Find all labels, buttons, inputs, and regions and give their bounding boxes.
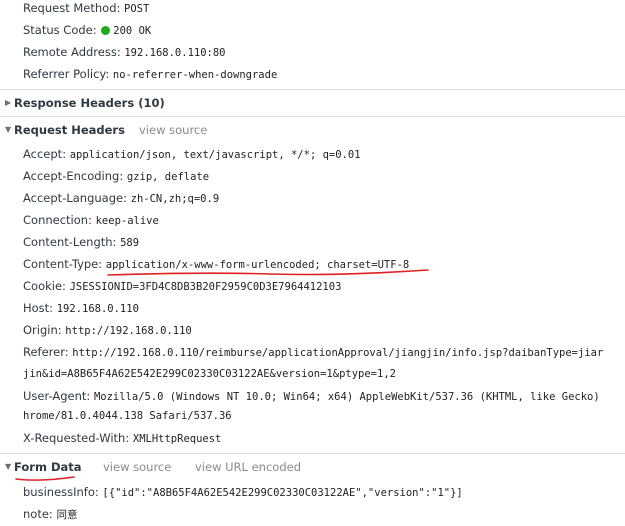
header-row-referer: Referer: http://192.168.0.110/reimburse/… — [23, 341, 603, 363]
form-row-note: note: 同意 — [23, 503, 77, 525]
header-value: 589 — [120, 237, 140, 249]
triangle-down-icon[interactable]: ▼ — [5, 454, 11, 480]
form-value: 同意 — [56, 509, 78, 521]
header-value: http://192.168.0.110/reimburse/applicati… — [72, 347, 604, 359]
header-key: Request Method: — [23, 1, 121, 15]
triangle-right-icon[interactable]: ▶ — [5, 90, 11, 116]
header-key: Referer: — [23, 345, 69, 359]
header-row: Origin: http://192.168.0.110 — [23, 319, 192, 341]
header-key: Content-Type: — [23, 257, 103, 271]
header-key: Remote Address: — [23, 45, 121, 59]
header-value: zh-CN,zh;q=0.9 — [130, 193, 220, 205]
header-key: Referrer Policy: — [23, 67, 110, 81]
header-value: 192.168.0.110:80 — [124, 47, 226, 59]
form-key: note: — [23, 507, 53, 521]
header-value: http://192.168.0.110 — [65, 325, 192, 337]
header-value: 200 OK — [113, 25, 152, 37]
section-title[interactable]: Form Data — [14, 454, 82, 480]
general-status-code: Status Code: 200 OK — [23, 19, 151, 41]
header-key: Content-Length: — [23, 235, 117, 249]
header-key: Connection: — [23, 213, 92, 227]
triangle-down-icon[interactable]: ▼ — [5, 117, 11, 143]
header-value: gzip, deflate — [126, 171, 210, 183]
view-source-link[interactable]: view source — [139, 117, 207, 143]
header-row-x-requested-with: X-Requested-With: XMLHttpRequest — [23, 427, 221, 449]
header-value: JSESSIONID=3FD4C8DB3B20F2959C0D3E7964412… — [69, 281, 342, 293]
header-value: no-referrer-when-downgrade — [112, 69, 278, 81]
view-source-link[interactable]: view source — [103, 454, 171, 480]
header-row: Accept-Encoding: gzip, deflate — [23, 165, 209, 187]
header-value: application/json, text/javascript, */*; … — [69, 149, 361, 161]
header-row: Content-Type: application/x-www-form-url… — [23, 253, 409, 275]
header-key: X-Requested-With: — [23, 431, 130, 445]
header-value: Mozilla/5.0 (Windows NT 10.0; Win64; x64… — [93, 391, 600, 403]
form-data-section[interactable]: ▼ Form Data view source view URL encoded — [0, 454, 625, 480]
header-value: XMLHttpRequest — [132, 433, 222, 445]
view-url-encoded-link[interactable]: view URL encoded — [195, 454, 301, 480]
header-value: POST — [124, 3, 150, 15]
header-value: 192.168.0.110 — [56, 303, 139, 315]
section-title[interactable]: Response Headers (10) — [14, 90, 165, 116]
form-row-business-info: businessInfo: [{"id":"A8B65F4A62E542E299… — [23, 481, 463, 503]
header-key: Origin: — [23, 323, 62, 337]
header-row: Content-Length: 589 — [23, 231, 139, 253]
form-key: businessInfo: — [23, 485, 99, 499]
header-row: Connection: keep-alive — [23, 209, 159, 231]
header-key: Status Code: — [23, 23, 97, 37]
header-row: Host: 192.168.0.110 — [23, 297, 139, 319]
general-referrer-policy: Referrer Policy: no-referrer-when-downgr… — [23, 63, 277, 85]
header-key: Accept-Language: — [23, 191, 127, 205]
request-headers-section[interactable]: ▼ Request Headers view source — [0, 117, 625, 143]
header-row-user-agent: User-Agent: Mozilla/5.0 (Windows NT 10.0… — [23, 385, 600, 407]
header-value-continuation: jin&id=A8B65F4A62E542E299C02330C03122AE&… — [23, 368, 396, 380]
form-value: [{"id":"A8B65F4A62E542E299C02330C03122AE… — [102, 487, 463, 499]
general-request-method: Request Method: POST — [23, 0, 149, 19]
header-row: Cookie: JSESSIONID=3FD4C8DB3B20F2959C0D3… — [23, 275, 341, 297]
header-key: Accept: — [23, 147, 67, 161]
general-remote-address: Remote Address: 192.168.0.110:80 — [23, 41, 226, 63]
header-value: application/x-www-form-urlencoded; chars… — [105, 259, 410, 271]
header-key: Cookie: — [23, 279, 66, 293]
header-key: Host: — [23, 301, 54, 315]
header-value: keep-alive — [95, 215, 159, 227]
status-ok-icon — [101, 26, 111, 35]
response-headers-section[interactable]: ▶ Response Headers (10) — [0, 90, 625, 116]
header-row: Accept-Language: zh-CN,zh;q=0.9 — [23, 187, 219, 209]
section-title[interactable]: Request Headers — [14, 117, 125, 143]
header-key: User-Agent: — [23, 389, 91, 403]
header-key: Accept-Encoding: — [23, 169, 124, 183]
header-row: Accept: application/json, text/javascrip… — [23, 143, 361, 165]
header-value-continuation: hrome/81.0.4044.138 Safari/537.36 — [23, 410, 232, 422]
